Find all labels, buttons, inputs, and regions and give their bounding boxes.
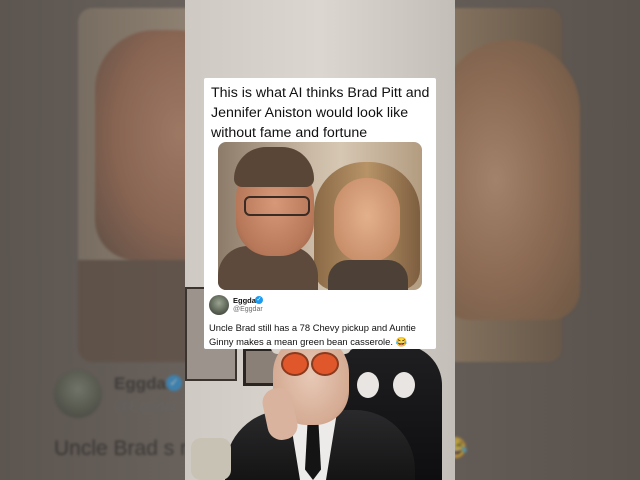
chair-opening (357, 372, 379, 398)
blurred-handle: @Eggdar (114, 398, 178, 415)
sunglasses-icon (281, 352, 309, 376)
glasses-icon (244, 196, 310, 216)
blurred-username: Eggdar (114, 374, 173, 393)
blurred-avatar (54, 370, 102, 418)
blurred-verified-icon: ✓ (166, 375, 182, 391)
tweet-card: This is what AI thinks Brad Pitt and Jen… (204, 78, 436, 349)
sunglasses-icon (311, 352, 339, 376)
meme-caption: This is what AI thinks Brad Pitt and Jen… (211, 85, 430, 141)
ai-photo (218, 142, 422, 290)
tweet-text: Uncle Brad still has a 78 Chevy pickup a… (209, 322, 416, 347)
presenter-arm (191, 438, 231, 480)
woman-top (328, 260, 408, 290)
avatar[interactable] (209, 295, 229, 315)
chair-opening (393, 372, 415, 398)
man-hair (234, 147, 314, 187)
blurred-woman-face (440, 40, 580, 320)
tweet-handle[interactable]: @Eggdar (233, 306, 263, 313)
verified-icon: ✓ (255, 296, 263, 304)
woman-face (334, 178, 400, 262)
